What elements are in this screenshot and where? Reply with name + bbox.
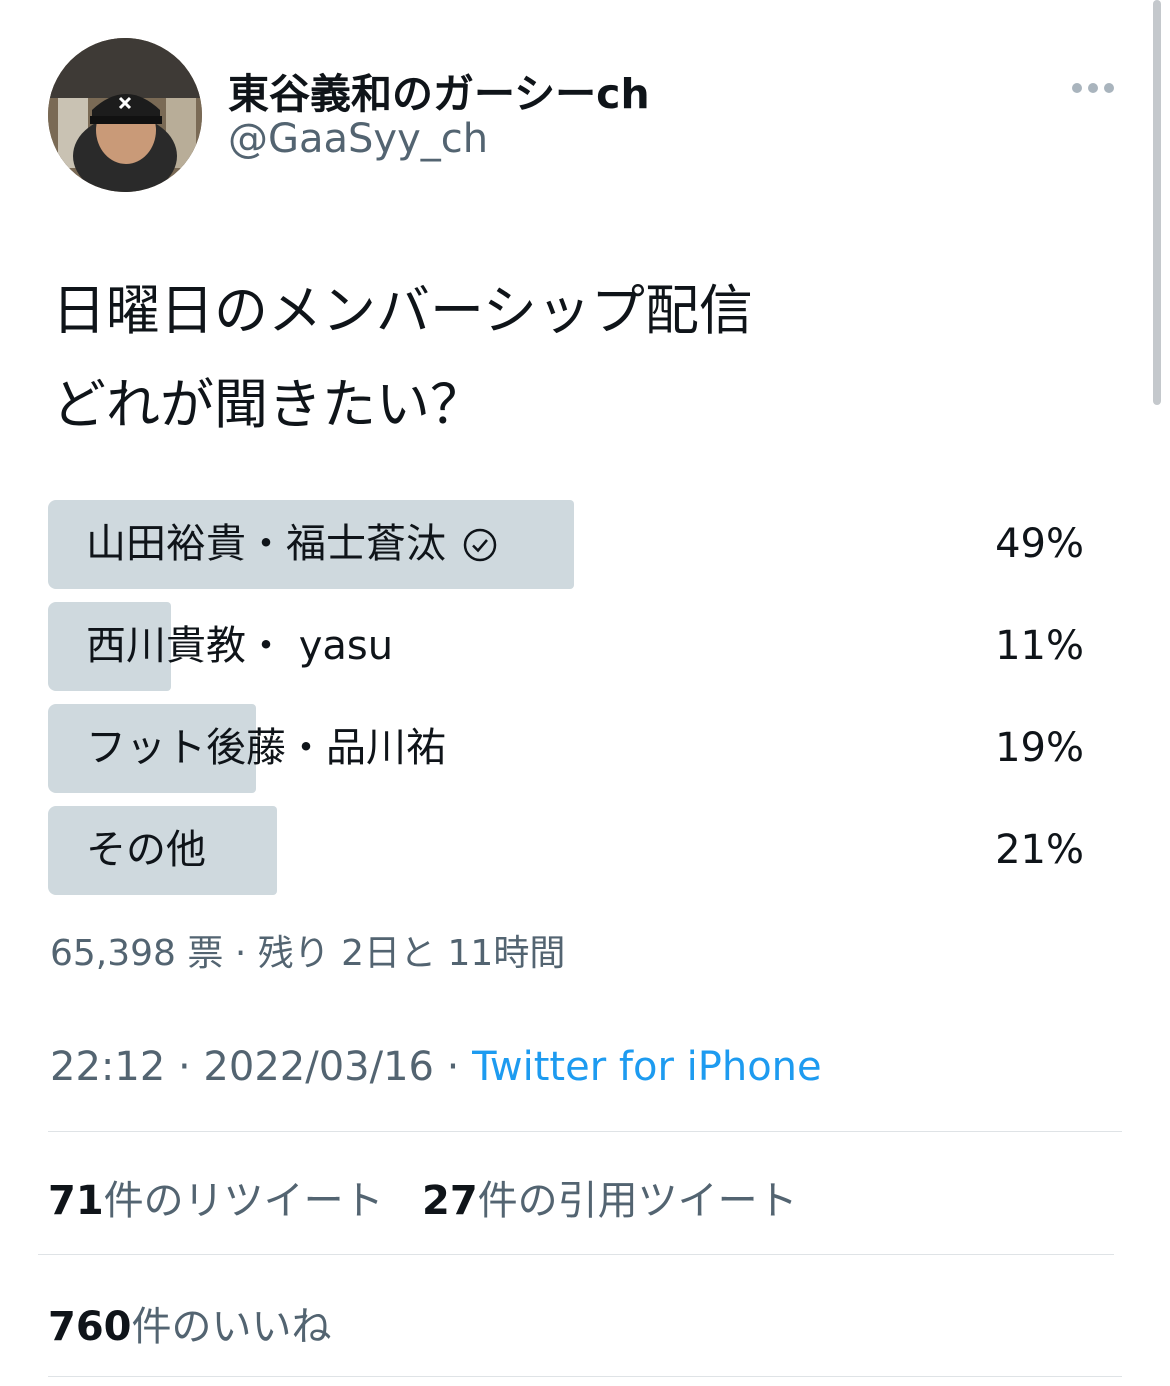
- poll-option[interactable]: 西川貴教・ yasu 11%: [48, 602, 1088, 691]
- tweet-timestamp[interactable]: 22:12 · 2022/03/16 ·: [50, 1044, 472, 1090]
- poll-option-percent: 21%: [995, 827, 1084, 873]
- likes-label: 件のいいね: [131, 1304, 332, 1350]
- dot: [1072, 83, 1082, 93]
- poll-option[interactable]: 山田裕貴・福士蒼汰 49%: [48, 500, 1088, 589]
- poll-option[interactable]: フット後藤・品川祐 19%: [48, 704, 1088, 793]
- poll-option-label: フット後藤・品川祐: [86, 725, 446, 771]
- poll-option-percent: 49%: [995, 521, 1084, 567]
- divider: [48, 1131, 1122, 1132]
- author-handle[interactable]: @GaaSyy_ch: [228, 116, 488, 162]
- retweets-label: 件のリツイート: [103, 1178, 384, 1224]
- poll-option-percent: 19%: [995, 725, 1084, 771]
- retweets-count: 71: [48, 1178, 104, 1224]
- likes-stat[interactable]: 760件のいいね: [48, 1294, 332, 1352]
- avatar-photo: [48, 38, 202, 192]
- quotes-count: 27: [422, 1178, 478, 1224]
- poll-option-label: その他: [86, 827, 206, 873]
- poll-option-label: 西川貴教・ yasu: [86, 623, 394, 669]
- poll-option-percent: 11%: [995, 623, 1084, 669]
- tweet-meta: 22:12 · 2022/03/16 · Twitter for iPhone: [50, 1044, 822, 1090]
- dot: [1104, 83, 1114, 93]
- more-dots-icon[interactable]: [1072, 80, 1116, 96]
- tweet-text-line-1: 日曜日のメンバーシップ配信: [52, 279, 753, 342]
- dot: [1088, 83, 1098, 93]
- tweet-text-line-2: どれが聞きたい？: [52, 373, 484, 436]
- author-name[interactable]: 東谷義和のガーシーch: [228, 60, 650, 120]
- retweets-stat[interactable]: 71件のリツイート: [48, 1168, 384, 1226]
- avatar[interactable]: [48, 38, 202, 192]
- likes-count: 760: [48, 1304, 132, 1350]
- check-circle-icon: [463, 528, 497, 561]
- poll-option[interactable]: その他 21%: [48, 806, 1088, 895]
- poll-summary: 65,398 票 · 残り 2日と 11時間: [50, 933, 566, 974]
- divider: [48, 1376, 1122, 1377]
- tweet-source-link[interactable]: Twitter for iPhone: [472, 1044, 822, 1090]
- poll-option-label: 山田裕貴・福士蒼汰: [86, 521, 446, 567]
- scrollbar[interactable]: [1153, 0, 1161, 405]
- divider: [38, 1254, 1114, 1255]
- quotes-stat[interactable]: 27件の引用ツイート: [422, 1168, 798, 1226]
- quotes-label: 件の引用ツイート: [477, 1178, 798, 1224]
